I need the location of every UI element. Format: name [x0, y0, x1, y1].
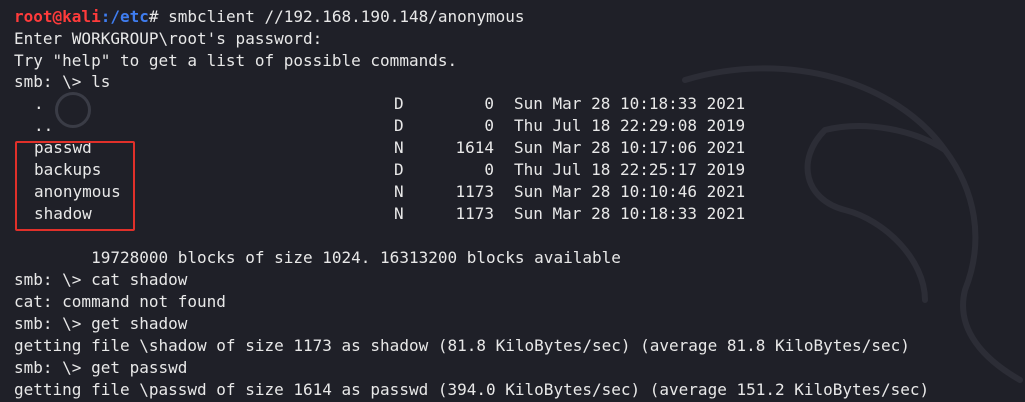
listing-date: Thu Jul 18 22:29:08 2019: [514, 116, 746, 135]
faded-desktop-icon: [55, 92, 91, 128]
listing-date: Sun Mar 28 10:10:46 2021: [514, 182, 746, 201]
listing-type: D: [394, 116, 404, 135]
prompt-line: root@kali:/etc# smbclient //192.168.190.…: [14, 6, 525, 28]
listing-size: 1173: [455, 204, 494, 223]
terminal-line: cat: command not found: [14, 292, 226, 311]
listing-size: 1614: [455, 138, 494, 157]
terminal-line: Try "help" to get a list of possible com…: [14, 51, 458, 70]
listing-name: .: [34, 94, 44, 113]
prompt-path: :/etc: [100, 7, 149, 26]
highlight-box: [15, 141, 135, 231]
terminal-window[interactable]: root@kali:/etc# smbclient //192.168.190.…: [0, 0, 1025, 402]
terminal-line: smb: \> get passwd: [14, 358, 188, 377]
terminal-line: smb: \> get shadow: [14, 314, 188, 333]
listing-type: N: [394, 204, 404, 223]
listing-date: Sun Mar 28 10:18:33 2021: [514, 204, 746, 223]
listing-type: D: [394, 160, 404, 179]
terminal-line: Enter WORKGROUP\root's password:: [14, 29, 323, 48]
listing-date: Thu Jul 18 22:25:17 2019: [514, 160, 746, 179]
terminal-line: 19728000 blocks of size 1024. 16313200 b…: [14, 248, 621, 267]
listing-type: D: [394, 94, 404, 113]
listing-name: ..: [34, 116, 54, 135]
listing-type: N: [394, 182, 404, 201]
prompt-user-host: root@kali: [14, 7, 101, 26]
listing-date: Sun Mar 28 10:17:06 2021: [514, 138, 746, 157]
listing-type: N: [394, 138, 404, 157]
listing-size: 0: [484, 94, 494, 113]
prompt-command: # smbclient //192.168.190.148/anonymous: [148, 7, 525, 26]
terminal-line: getting file \passwd of size 1614 as pas…: [14, 380, 930, 399]
listing-size: 0: [484, 116, 494, 135]
terminal-line: smb: \> cat shadow: [14, 270, 188, 289]
terminal-line: getting file \shadow of size 1173 as sha…: [14, 336, 910, 355]
listing-date: Sun Mar 28 10:18:33 2021: [514, 94, 746, 113]
terminal-line: smb: \> ls: [14, 72, 111, 91]
listing-size: 1173: [455, 182, 494, 201]
listing-size: 0: [484, 160, 494, 179]
